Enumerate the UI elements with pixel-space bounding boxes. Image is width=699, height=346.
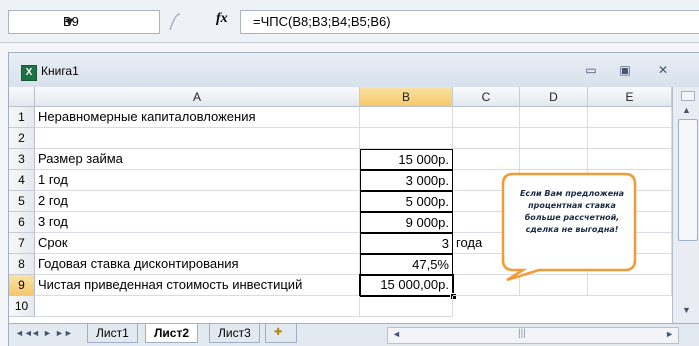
new-sheet-icon[interactable]: ✚: [265, 324, 297, 343]
callout-text: Если Вам предложена процентная ставка бо…: [519, 189, 625, 234]
cell-a3[interactable]: Размер займа: [35, 149, 360, 170]
formula-text: =ЧПС(B8;B3;B4;B5;B6): [253, 14, 391, 29]
cell-a8[interactable]: Годовая ставка дисконтирования: [35, 254, 360, 275]
cell-b10[interactable]: [360, 296, 453, 317]
row-header[interactable]: 9: [9, 275, 35, 296]
tab-sheet2[interactable]: Лист2: [145, 324, 199, 343]
scroll-up-icon[interactable]: ▲: [682, 105, 691, 115]
callout-shape[interactable]: Если Вам предложена процентная ставка бо…: [499, 172, 639, 282]
scroll-down-icon[interactable]: ▼: [682, 305, 691, 315]
horizontal-scrollbar[interactable]: ◄ ||| ►: [387, 327, 679, 344]
cell-a6[interactable]: 3 год: [35, 212, 360, 233]
cell-a2[interactable]: [35, 128, 360, 149]
cell-b7[interactable]: 3: [360, 233, 453, 254]
window-title: Книга1: [41, 64, 79, 78]
insert-function-button[interactable]: fx: [216, 11, 228, 27]
select-all-corner[interactable]: [9, 87, 35, 107]
cell-c1[interactable]: [453, 107, 520, 128]
row-header[interactable]: 2: [9, 128, 35, 149]
cell-b2[interactable]: [360, 128, 453, 149]
prev-sheet-icon[interactable]: ◄: [31, 328, 40, 338]
column-header-d[interactable]: D: [520, 87, 588, 107]
formula-input[interactable]: =ЧПС(B8;B3;B4;B5;B6): [240, 10, 699, 34]
vertical-scroll-thumb[interactable]: [678, 119, 698, 241]
formula-bar-splitter-icon[interactable]: [168, 12, 182, 32]
cell-d3[interactable]: [520, 149, 588, 170]
cell-b4[interactable]: 3 000р.: [360, 170, 453, 191]
tab-sheet3[interactable]: Лист3: [209, 324, 260, 343]
cell-b8[interactable]: 47,5%: [360, 254, 453, 275]
title-bar: X Книга1 ▭ ▣ ✕: [9, 53, 699, 87]
cell-a10[interactable]: [35, 296, 360, 317]
cell-b6[interactable]: 9 000р.: [360, 212, 453, 233]
cell-c3[interactable]: [453, 149, 520, 170]
split-box[interactable]: [681, 91, 695, 101]
workbook-window: X Книга1 ▭ ▣ ✕ A B C D E 1 Неравномерные…: [8, 52, 699, 346]
scroll-right-icon[interactable]: ►: [665, 329, 674, 339]
row-header[interactable]: 3: [9, 149, 35, 170]
spreadsheet-grid[interactable]: A B C D E 1 Неравномерные капиталовложен…: [9, 87, 672, 323]
column-header-e[interactable]: E: [588, 87, 672, 107]
formula-bar: B9 ▼ fx =ЧПС(B8;B3;B4;B5;B6): [0, 0, 699, 43]
restore-button[interactable]: ▣: [615, 63, 635, 79]
cell-b5[interactable]: 5 000р.: [360, 191, 453, 212]
last-sheet-icon[interactable]: ►►: [55, 328, 73, 338]
cell-b1[interactable]: [360, 107, 453, 128]
next-sheet-icon[interactable]: ►: [43, 328, 52, 338]
minimize-button[interactable]: ▭: [581, 63, 601, 79]
row-header[interactable]: 6: [9, 212, 35, 233]
excel-icon: X: [21, 65, 37, 81]
column-header-a[interactable]: A: [35, 87, 360, 107]
row-header[interactable]: 5: [9, 191, 35, 212]
cell-e1[interactable]: [588, 107, 672, 128]
column-header-b[interactable]: B: [360, 87, 453, 107]
cell-e3[interactable]: [588, 149, 672, 170]
cell-a9[interactable]: Чистая приведенная стоимость инвестиций: [35, 275, 360, 296]
horizontal-scroll-thumb[interactable]: |||: [518, 328, 526, 339]
column-header-c[interactable]: C: [453, 87, 520, 107]
sheet-tab-bar: ◄◄ ◄ ► ►► Лист1 Лист2 Лист3 ✚ ◄ ||| ►: [9, 323, 699, 346]
cell-d2[interactable]: [520, 128, 588, 149]
cell-d1[interactable]: [520, 107, 588, 128]
cell-a4[interactable]: 1 год: [35, 170, 360, 191]
cell-a1[interactable]: Неравномерные капиталовложения: [35, 107, 360, 128]
vertical-scrollbar[interactable]: ▲ ▼: [672, 87, 699, 323]
cell-a5[interactable]: 2 год: [35, 191, 360, 212]
cell-b3[interactable]: 15 000р.: [360, 149, 453, 170]
cell-e2[interactable]: [588, 128, 672, 149]
row-header[interactable]: 8: [9, 254, 35, 275]
row-header[interactable]: 7: [9, 233, 35, 254]
cell-b9-active[interactable]: 15 000,00р.: [359, 274, 454, 297]
close-button[interactable]: ✕: [653, 63, 673, 79]
tab-sheet1[interactable]: Лист1: [87, 324, 138, 343]
name-box-dropdown-icon[interactable]: ▼: [63, 14, 76, 29]
cell-c2[interactable]: [453, 128, 520, 149]
row-header[interactable]: 1: [9, 107, 35, 128]
name-box[interactable]: B9 ▼: [8, 10, 160, 34]
scroll-left-icon[interactable]: ◄: [392, 329, 401, 339]
row-header[interactable]: 4: [9, 170, 35, 191]
cell-a7[interactable]: Срок: [35, 233, 360, 254]
row-header[interactable]: 10: [9, 296, 35, 317]
